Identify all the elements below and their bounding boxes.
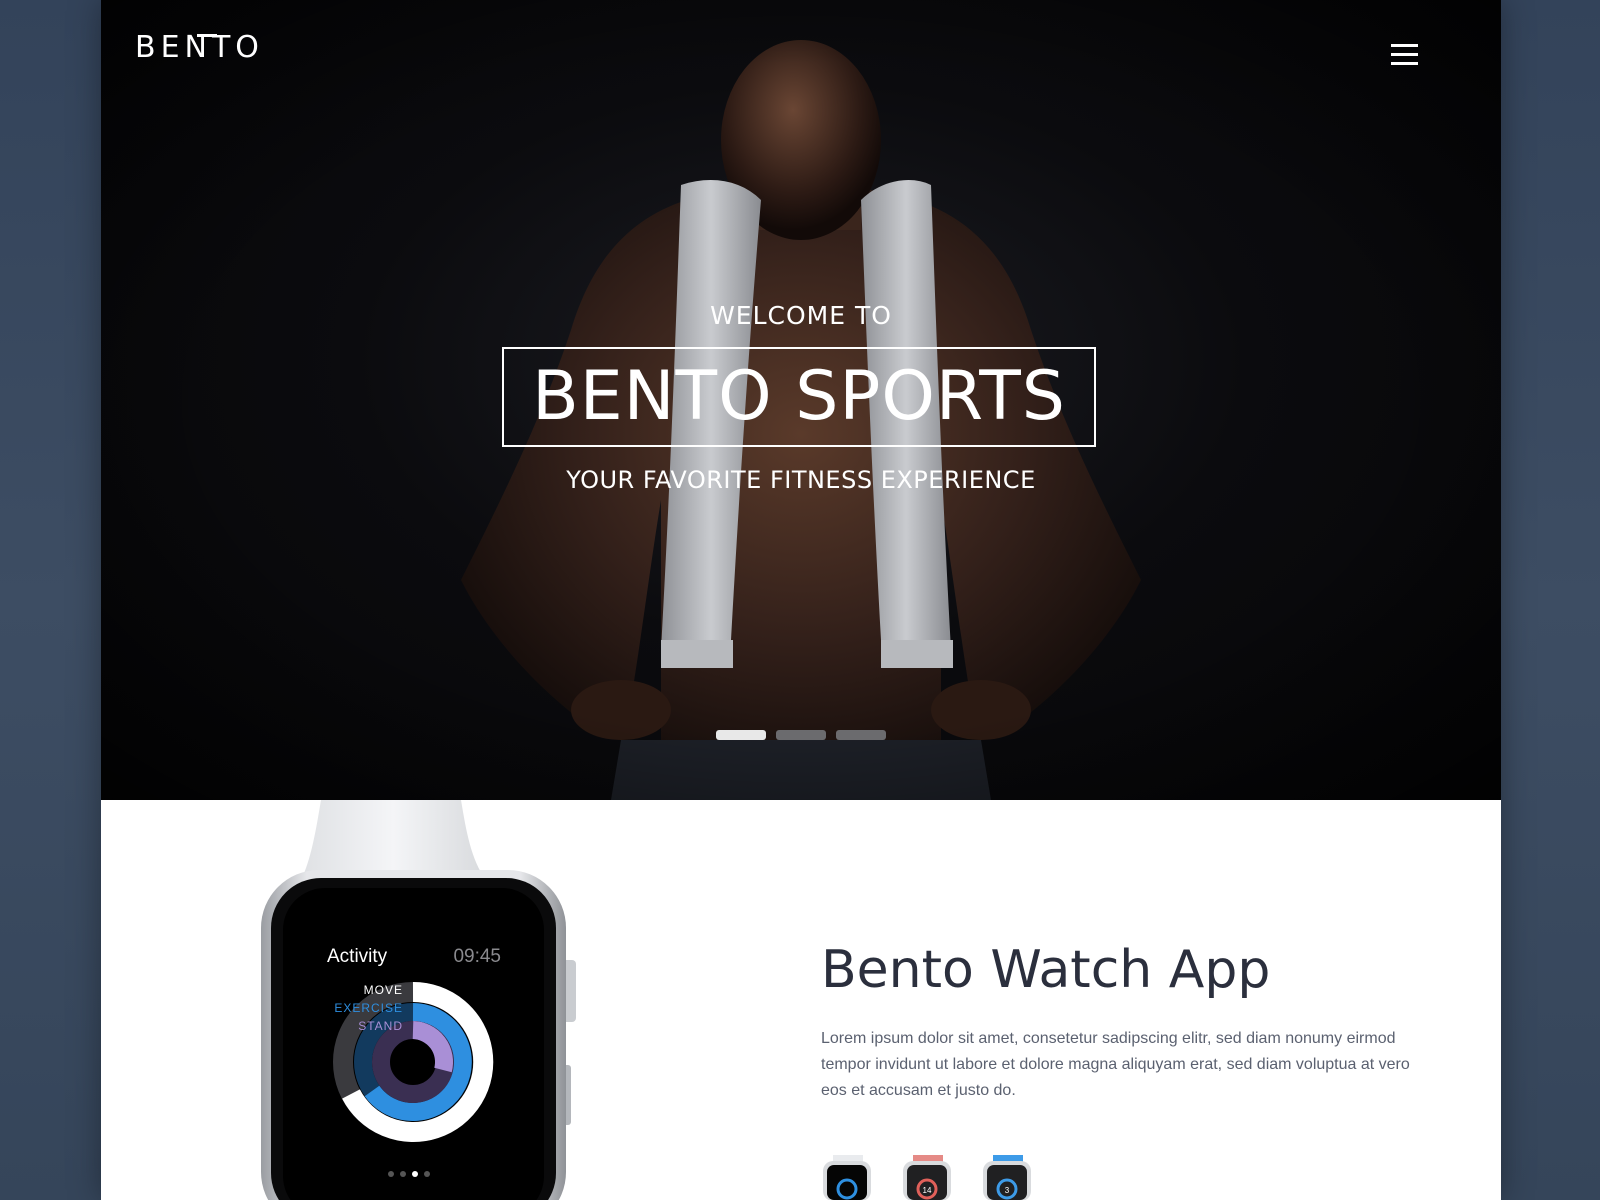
hero-welcome: WELCOME TO xyxy=(710,301,892,330)
menu-line xyxy=(1391,62,1418,65)
slider-dot[interactable] xyxy=(776,730,826,740)
menu-line xyxy=(1391,44,1418,47)
apple-watch-image: Activity 09:45 MOVE EXERCISE STAND xyxy=(261,800,576,1200)
feature-title: Bento Watch App xyxy=(821,940,1271,1000)
watch-time: 09:45 xyxy=(453,946,501,967)
landing-page: BENTO WELCOME TO BENTO SPORTS YOUR FAVOR… xyxy=(101,0,1501,1200)
slider-dot[interactable] xyxy=(716,730,766,740)
hamburger-menu-icon[interactable] xyxy=(1391,44,1419,68)
watch-illustration: Activity 09:45 MOVE EXERCISE STAND xyxy=(251,800,591,1200)
hero-tagline: YOUR FAVORITE FITNESS EXPERIENCE xyxy=(566,466,1036,494)
watch-thumbnail-pink[interactable]: 14 xyxy=(901,1155,955,1200)
thumbnail-value: 14 xyxy=(923,1186,932,1195)
slider-dot[interactable] xyxy=(836,730,886,740)
slider-pagination xyxy=(716,730,896,740)
ring-label-move: MOVE xyxy=(364,983,403,997)
feature-section: Activity 09:45 MOVE EXERCISE STAND Bento… xyxy=(101,800,1501,1200)
ring-label-exercise: EXERCISE xyxy=(334,1001,403,1015)
watch-app-name: Activity xyxy=(327,946,388,967)
hero-title: BENTO SPORTS xyxy=(532,357,1066,436)
watch-thumbnail-white[interactable] xyxy=(821,1155,875,1200)
logo-macron xyxy=(197,34,217,37)
watch-color-options: 14 3 xyxy=(821,1155,1061,1200)
hero-section: BENTO WELCOME TO BENTO SPORTS YOUR FAVOR… xyxy=(101,0,1501,800)
menu-line xyxy=(1391,53,1418,56)
watch-thumbnail-blue[interactable]: 3 xyxy=(981,1155,1035,1200)
ring-label-stand: STAND xyxy=(358,1019,403,1033)
feature-description: Lorem ipsum dolor sit amet, consetetur s… xyxy=(821,1030,1410,1099)
thumbnail-value: 3 xyxy=(1005,1186,1010,1195)
